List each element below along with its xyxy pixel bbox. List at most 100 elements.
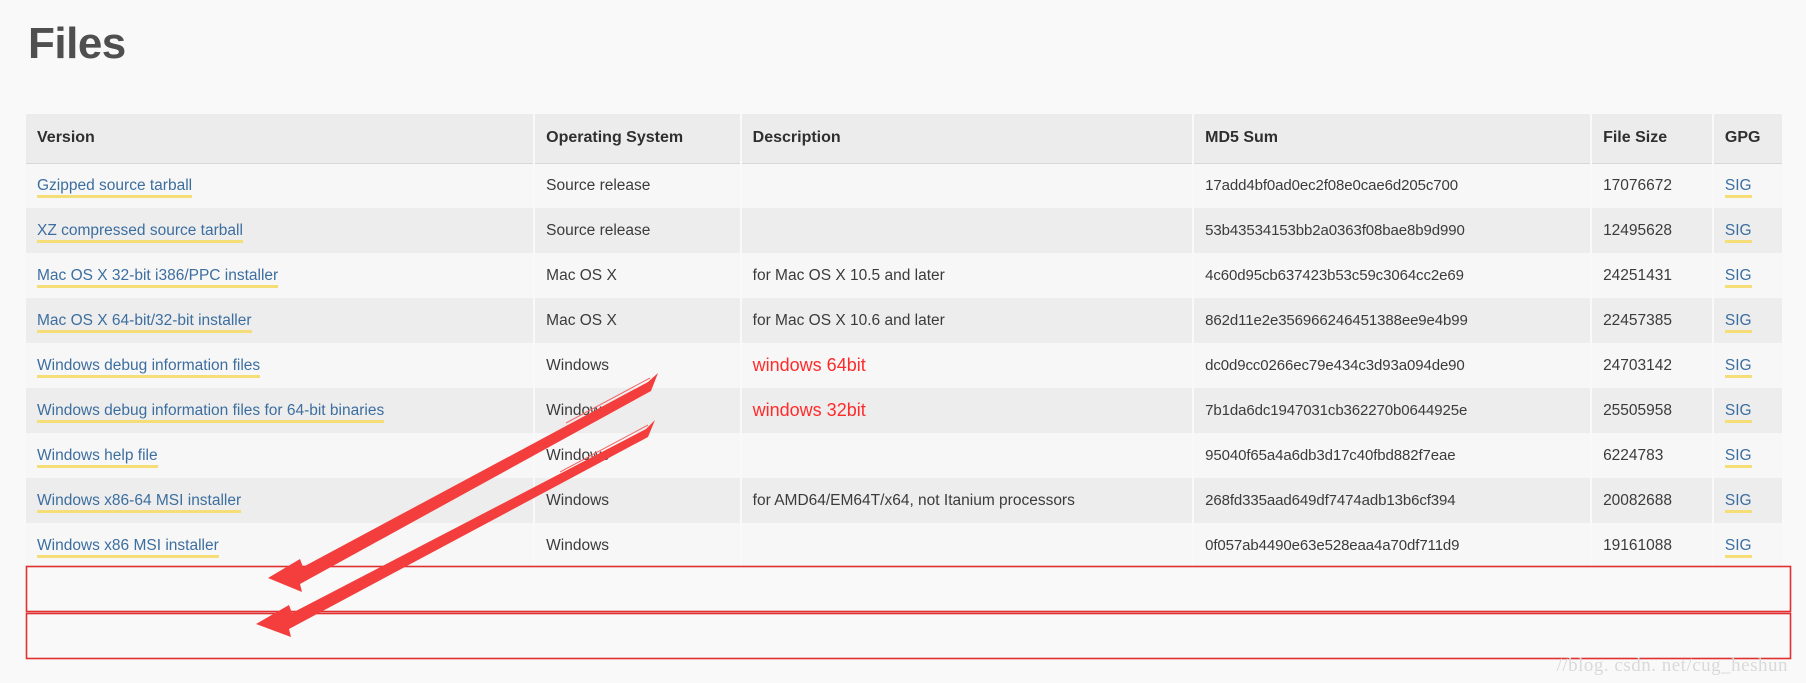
table-header: Version Operating System Description MD5… [26,114,1782,164]
cell-version: XZ compressed source tarball [26,208,536,253]
annotation-label: windows 64bit [752,355,866,375]
cell-operating-system: Windows [534,523,742,568]
table-row: Mac OS X 32-bit i386/PPC installer Mac OS… [26,253,1782,298]
table-row: XZ compressed source tarball Source relea… [26,208,1782,253]
cell-description: for AMD64/EM64T/x64, not Itanium process… [740,478,1195,523]
sig-link[interactable]: SIG [1724,176,1752,198]
description-text: for AMD64/EM64T/x64, not Itanium process… [752,491,1075,509]
table-row: Windows debug information files for 64-b… [26,388,1782,433]
cell-version: Windows debug information files for 64-b… [26,388,536,433]
cell-md5-sum: 7b1da6dc1947031cb362270b0644925e [1193,388,1593,433]
cell-operating-system: Mac OS X [534,298,742,343]
cell-description [740,433,1195,478]
cell-description: windows 32bit [740,388,1195,433]
cell-gpg: SIG [1712,523,1782,568]
download-link[interactable]: Windows help file [37,446,158,468]
cell-version: Windows debug information files [26,343,536,388]
cell-operating-system: Mac OS X [534,253,742,298]
cell-description: for Mac OS X 10.6 and later [740,298,1195,343]
download-link[interactable]: Windows debug information files for 64-b… [37,401,385,423]
description-text: for Mac OS X 10.6 and later [752,311,945,329]
cell-md5-sum: 53b43534153bb2a0363f08bae8b9d990 [1193,208,1593,253]
cell-file-size: 17076672 [1591,163,1714,208]
cell-gpg: SIG [1712,478,1782,523]
cell-version: Mac OS X 64-bit/32-bit installer [26,298,536,343]
sig-link[interactable]: SIG [1724,356,1752,378]
cell-operating-system: Source release [534,163,742,208]
cell-description: windows 64bit [740,343,1195,388]
download-link[interactable]: Windows x86-64 MSI installer [37,491,242,513]
cell-operating-system: Source release [534,208,742,253]
files-table: Version Operating System Description MD5… [26,114,1782,568]
cell-md5-sum: 4c60d95cb637423b53c59c3064cc2e69 [1193,253,1593,298]
description-text: for Mac OS X 10.5 and later [752,266,945,284]
sig-link[interactable]: SIG [1724,266,1752,288]
cell-md5-sum: 0f057ab4490e63e528eaa4a70df711d9 [1193,523,1593,568]
cell-gpg: SIG [1712,163,1782,208]
cell-description [740,163,1195,208]
column-header-gpg[interactable]: GPG [1712,114,1782,164]
cell-description [740,208,1195,253]
sig-link[interactable]: SIG [1724,401,1752,423]
cell-file-size: 22457385 [1591,298,1714,343]
sig-link[interactable]: SIG [1724,311,1752,333]
cell-version: Gzipped source tarball [26,163,536,208]
cell-operating-system: Windows [534,343,742,388]
cell-file-size: 24251431 [1591,253,1714,298]
cell-version: Windows x86-64 MSI installer [26,478,536,523]
table-row: Windows x86-64 MSI installer Windows for A… [26,478,1782,523]
watermark: //blog. csdn. net/cug_heshun [1556,655,1788,676]
column-header-md5[interactable]: MD5 Sum [1193,114,1593,164]
cell-md5-sum: 17add4bf0ad0ec2f08e0cae6d205c700 [1193,163,1593,208]
sig-link[interactable]: SIG [1724,491,1752,513]
cell-version: Windows x86 MSI installer [26,523,536,568]
cell-file-size: 24703142 [1591,343,1714,388]
cell-gpg: SIG [1712,208,1782,253]
cell-file-size: 20082688 [1591,478,1714,523]
table-row: Mac OS X 64-bit/32-bit installer Mac OS X… [26,298,1782,343]
cell-description [740,523,1195,568]
cell-version: Windows help file [26,433,536,478]
highlight-box-x86 [25,612,1792,660]
column-header-version[interactable]: Version [26,114,536,164]
page-title: Files [28,19,126,68]
page-root: Files Version Operating System Descripti… [0,0,1806,683]
download-link[interactable]: Mac OS X 64-bit/32-bit installer [37,311,252,333]
cell-operating-system: Windows [534,478,742,523]
cell-operating-system: Windows [534,433,742,478]
cell-gpg: SIG [1712,343,1782,388]
column-header-description[interactable]: Description [740,114,1195,164]
column-header-filesize[interactable]: File Size [1591,114,1714,164]
download-link[interactable]: Windows x86 MSI installer [37,536,219,558]
cell-version: Mac OS X 32-bit i386/PPC installer [26,253,536,298]
table-row: Windows help file Windows 95040f65a4a6db3d… [26,433,1782,478]
cell-gpg: SIG [1712,298,1782,343]
cell-file-size: 25505958 [1591,388,1714,433]
sig-link[interactable]: SIG [1724,536,1752,558]
sig-link[interactable]: SIG [1724,446,1752,468]
column-header-os[interactable]: Operating System [534,114,742,164]
cell-operating-system: Windows [534,388,742,433]
table-row: Gzipped source tarball Source release 17ad… [26,163,1782,208]
cell-md5-sum: 268fd335aad649df7474adb13b6cf394 [1193,478,1593,523]
download-link[interactable]: Gzipped source tarball [37,176,193,198]
sig-link[interactable]: SIG [1724,221,1752,243]
cell-md5-sum: 95040f65a4a6db3d17c40fbd882f7eae [1193,433,1593,478]
table-row: Windows x86 MSI installer Windows 0f057ab4… [26,523,1782,568]
cell-file-size: 6224783 [1591,433,1714,478]
cell-gpg: SIG [1712,388,1782,433]
cell-gpg: SIG [1712,253,1782,298]
download-link[interactable]: Windows debug information files [37,356,261,378]
cell-description: for Mac OS X 10.5 and later [740,253,1195,298]
cell-file-size: 19161088 [1591,523,1714,568]
highlight-box-x86-64 [25,565,1792,613]
cell-md5-sum: dc0d9cc0266ec79e434c3d93a094de90 [1193,343,1593,388]
table-body: Gzipped source tarball Source release 17ad… [26,163,1782,568]
download-link[interactable]: Mac OS X 32-bit i386/PPC installer [37,266,279,288]
download-link[interactable]: XZ compressed source tarball [37,221,243,243]
table-row: Windows debug information files Windows wi… [26,343,1782,388]
table-header-row: Version Operating System Description MD5… [26,114,1782,164]
annotation-label: windows 32bit [752,400,866,420]
cell-file-size: 12495628 [1591,208,1714,253]
cell-gpg: SIG [1712,433,1782,478]
